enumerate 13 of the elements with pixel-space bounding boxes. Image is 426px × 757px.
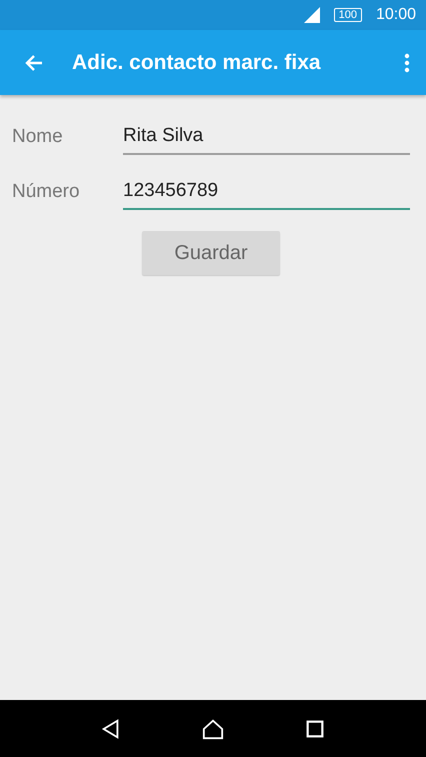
field-label: Número bbox=[12, 180, 81, 202]
home-icon[interactable] bbox=[202, 718, 224, 740]
save-button[interactable]: Guardar bbox=[142, 231, 280, 275]
signal-icon bbox=[304, 7, 320, 23]
input-field[interactable]: 123456789 bbox=[123, 174, 410, 210]
screen-title: Adic. contacto marc. fixa bbox=[72, 50, 322, 74]
recent-apps-icon[interactable] bbox=[304, 718, 326, 740]
field-label: Nome bbox=[12, 126, 64, 148]
battery-level: 100 bbox=[334, 8, 362, 22]
input-field[interactable]: Rita Silva bbox=[123, 118, 410, 154]
clock-time: 10:00 bbox=[376, 6, 416, 24]
back-arrow-icon[interactable] bbox=[24, 52, 44, 72]
overflow-menu-icon[interactable] bbox=[404, 52, 410, 72]
